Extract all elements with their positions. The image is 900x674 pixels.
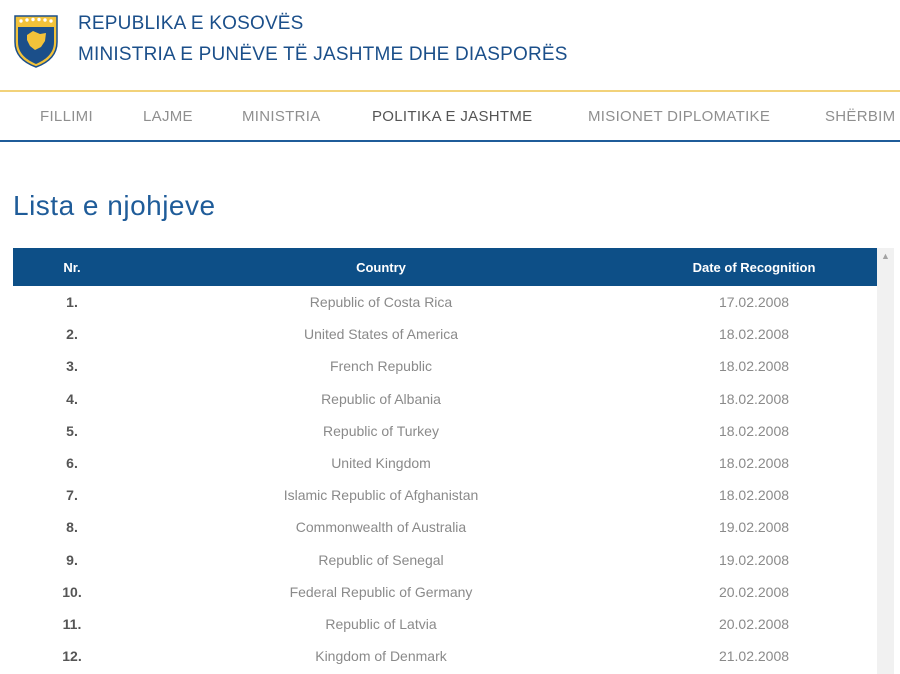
scroll-up-arrow-icon[interactable]: ▲: [877, 248, 894, 265]
row-country: Islamic Republic of Afghanistan: [283, 487, 479, 504]
row-number: 6.: [66, 455, 78, 472]
recognition-table-container[interactable]: Nr. Country Date of Recognition 1. Repub…: [13, 248, 877, 674]
nav-item-politika-e-jashtme[interactable]: POLITIKA E JASHTME: [372, 92, 532, 140]
column-header-nr: Nr.: [13, 248, 131, 286]
nav-item-sherbim[interactable]: SHËRBIM: [825, 92, 895, 140]
header-title-republic[interactable]: REPUBLIKA E KOSOVËS: [78, 13, 304, 35]
row-date: 20.02.2008: [718, 615, 790, 632]
row-country: Republic of Senegal: [318, 551, 444, 568]
row-number: 1.: [66, 294, 78, 311]
table-row: 1. Republic of Costa Rica 17.02.2008: [13, 286, 877, 318]
row-date: 19.02.2008: [718, 519, 790, 536]
row-date: 18.02.2008: [718, 487, 790, 504]
row-date: 18.02.2008: [718, 390, 790, 407]
row-country: Republic of Latvia: [325, 615, 437, 632]
table-row: 10. Federal Republic of Germany 20.02.20…: [13, 576, 877, 608]
row-number: 8.: [66, 519, 78, 536]
column-header-date: Date of Recognition: [631, 248, 877, 286]
row-number: 2.: [66, 326, 78, 343]
nav-item-lajme[interactable]: LAJME: [143, 92, 193, 140]
row-country: Republic of Turkey: [323, 422, 439, 439]
row-date: 19.02.2008: [718, 551, 790, 568]
table-row: 12. Kingdom of Denmark 21.02.2008: [13, 640, 877, 672]
row-number: 9.: [66, 551, 78, 568]
row-country: Federal Republic of Germany: [289, 583, 473, 600]
nav-item-fillimi[interactable]: FILLIMI: [40, 92, 93, 140]
row-date: 18.02.2008: [718, 358, 790, 375]
row-number: 7.: [66, 487, 78, 504]
column-header-country: Country: [131, 248, 631, 286]
row-date: 18.02.2008: [718, 455, 790, 472]
nav-item-ministria[interactable]: MINISTRIA: [242, 92, 321, 140]
row-country: United States of America: [303, 326, 459, 343]
row-number: 12.: [62, 648, 82, 665]
row-number: 4.: [66, 390, 78, 407]
row-number: 3.: [66, 358, 78, 375]
row-date: 21.02.2008: [718, 648, 790, 665]
row-number: 11.: [62, 615, 82, 632]
site-header: REPUBLIKA E KOSOVËS MINISTRIA E PUNËVE T…: [0, 0, 900, 90]
main-navigation: FILLIMI LAJME MINISTRIA POLITIKA E JASHT…: [0, 90, 900, 142]
row-date: 17.02.2008: [718, 294, 790, 311]
table-row: 8. Commonwealth of Australia 19.02.2008: [13, 511, 877, 543]
row-country: Commonwealth of Australia: [295, 519, 467, 536]
row-date: 18.02.2008: [718, 422, 790, 439]
kosovo-coat-of-arms-icon[interactable]: [12, 12, 60, 68]
nav-item-misionet-diplomatike[interactable]: MISIONET DIPLOMATIKE: [588, 92, 770, 140]
row-country: French Republic: [330, 358, 432, 375]
row-country: Republic of Albania: [321, 390, 441, 407]
page-title: Lista e njohjeve: [13, 190, 216, 221]
table-row: 4. Republic of Albania 18.02.2008: [13, 383, 877, 415]
row-date: 20.02.2008: [718, 583, 790, 600]
recognition-table: Nr. Country Date of Recognition 1. Repub…: [13, 248, 877, 672]
table-header-row: Nr. Country Date of Recognition: [13, 248, 877, 286]
table-row: 11. Republic of Latvia 20.02.2008: [13, 608, 877, 640]
table-row: 3. French Republic 18.02.2008: [13, 350, 877, 382]
table-row: 7. Islamic Republic of Afghanistan 18.02…: [13, 479, 877, 511]
table-scrollbar[interactable]: ▲: [877, 248, 894, 674]
table-row: 2. United States of America 18.02.2008: [13, 318, 877, 350]
row-number: 10.: [62, 583, 82, 600]
table-row: 9. Republic of Senegal 19.02.2008: [13, 544, 877, 576]
row-country: Kingdom of Denmark: [315, 648, 447, 665]
table-row: 5. Republic of Turkey 18.02.2008: [13, 415, 877, 447]
row-number: 5.: [66, 422, 78, 439]
header-title-ministry[interactable]: MINISTRIA E PUNËVE TË JASHTME DHE DIASPO…: [78, 44, 568, 66]
table-row: 6. United Kingdom 18.02.2008: [13, 447, 877, 479]
row-date: 18.02.2008: [718, 326, 790, 343]
row-country: Republic of Costa Rica: [309, 294, 453, 311]
row-country: United Kingdom: [331, 455, 431, 472]
